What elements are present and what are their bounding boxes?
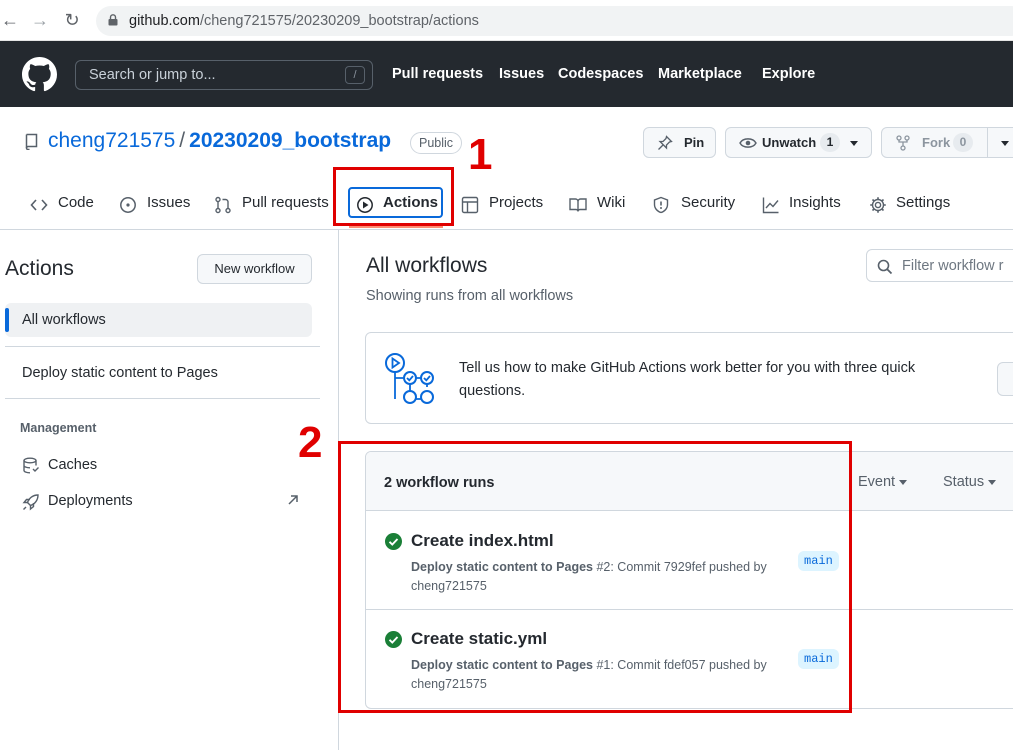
feedback-banner: Tell us how to make GitHub Actions work … <box>365 332 1013 424</box>
annotation-number-1: 1 <box>468 130 493 179</box>
event-filter-label: Event <box>858 474 896 490</box>
lock-icon <box>108 14 118 26</box>
tab-code[interactable]: Code <box>58 194 94 211</box>
arrow-up-right-icon <box>288 495 298 505</box>
nav-marketplace[interactable]: Marketplace <box>658 66 742 82</box>
book-icon <box>569 198 587 212</box>
table-icon <box>461 196 479 214</box>
annotation-box-1 <box>333 167 454 226</box>
tab-settings[interactable]: Settings <box>896 194 950 211</box>
unwatch-button[interactable]: Unwatch 1 <box>725 127 872 158</box>
repo-name-link[interactable]: 20230209_bootstrap <box>189 129 391 152</box>
sidebar-divider <box>5 346 320 347</box>
page-title: All workflows <box>366 254 488 277</box>
annotation-number-2: 2 <box>298 418 323 467</box>
status-filter-dropdown[interactable]: Status <box>943 474 997 490</box>
reload-icon[interactable]: ↻ <box>62 10 82 30</box>
github-header: Search or jump to... / Pull requests Iss… <box>0 41 1013 107</box>
search-icon <box>877 259 893 275</box>
nav-codespaces[interactable]: Codespaces <box>558 66 643 82</box>
sidebar-item-all-workflows-label: All workflows <box>22 312 106 328</box>
new-workflow-button[interactable]: New workflow <box>197 254 312 284</box>
annotation-box-2 <box>338 441 852 713</box>
sidebar-item-caches[interactable]: Caches <box>48 457 97 473</box>
tab-pull-requests[interactable]: Pull requests <box>242 194 329 211</box>
issue-icon <box>120 197 136 213</box>
fork-count: 0 <box>953 133 973 152</box>
search-shortcut-key: / <box>345 66 365 84</box>
github-logo-icon[interactable] <box>22 57 57 92</box>
forward-arrow-icon[interactable]: → <box>30 10 50 30</box>
eye-icon <box>739 138 757 148</box>
fork-label: Fork <box>922 135 951 150</box>
repo-owner-link[interactable]: cheng721575 <box>48 129 175 152</box>
fork-icon <box>896 135 910 151</box>
fork-button[interactable]: Fork 0 <box>881 127 1013 158</box>
tab-security[interactable]: Security <box>681 194 735 211</box>
repo-separator: / <box>179 129 186 152</box>
filter-workflow-runs-input[interactable]: Filter workflow r <box>866 249 1013 282</box>
back-arrow-icon[interactable]: ← <box>0 10 20 30</box>
watch-count: 1 <box>820 133 840 152</box>
repo-icon <box>25 133 38 150</box>
tab-projects[interactable]: Projects <box>489 194 543 211</box>
shield-icon <box>653 196 669 214</box>
pin-button[interactable]: Pin <box>643 127 716 158</box>
status-filter-label: Status <box>943 474 985 490</box>
global-search-input[interactable]: Search or jump to... / <box>75 60 373 90</box>
tabs-divider <box>0 229 1013 230</box>
management-heading: Management <box>20 421 97 435</box>
fork-divider <box>987 127 988 158</box>
actions-tab-underline <box>349 226 443 228</box>
nav-pull-requests[interactable]: Pull requests <box>392 66 483 82</box>
tab-issues[interactable]: Issues <box>147 194 190 211</box>
sidebar-item-deploy-static[interactable]: Deploy static content to Pages <box>22 365 218 381</box>
sidebar-active-indicator <box>5 308 9 332</box>
filter-placeholder: Filter workflow r <box>902 258 1004 274</box>
sidebar-title: Actions <box>5 257 74 280</box>
database-icon <box>23 457 39 474</box>
browser-toolbar: ← → ↻ github.com/cheng721575/20230209_bo… <box>0 0 1013 41</box>
pin-label: Pin <box>684 135 705 150</box>
event-filter-dropdown[interactable]: Event <box>858 474 908 490</box>
visibility-badge: Public <box>410 132 463 154</box>
nav-issues[interactable]: Issues <box>499 66 544 82</box>
actions-workflow-illustration-icon <box>385 353 434 404</box>
page-subtitle: Showing runs from all workflows <box>366 288 574 304</box>
graph-icon <box>762 197 779 214</box>
unwatch-label: Unwatch <box>762 135 817 150</box>
url-text: github.com/cheng721575/20230209_bootstra… <box>129 13 479 29</box>
feedback-button[interactable] <box>997 362 1013 396</box>
tab-wiki[interactable]: Wiki <box>597 194 625 211</box>
repo-title: cheng721575/20230209_bootstrap <box>48 129 391 153</box>
pull-request-icon <box>215 196 231 214</box>
sidebar-divider <box>5 398 320 399</box>
feedback-text: Tell us how to make GitHub Actions work … <box>459 360 916 399</box>
nav-explore[interactable]: Explore <box>762 66 815 82</box>
address-bar[interactable]: github.com/cheng721575/20230209_bootstra… <box>96 6 1013 36</box>
sidebar-item-deployments[interactable]: Deployments <box>48 493 133 509</box>
chevron-down-icon[interactable] <box>850 141 858 146</box>
chevron-down-icon <box>988 479 997 485</box>
rocket-icon <box>22 494 39 511</box>
fork-dropdown-chevron-icon[interactable] <box>1001 141 1009 146</box>
pin-icon <box>658 135 673 150</box>
search-placeholder: Search or jump to... <box>89 67 216 83</box>
gear-icon <box>870 197 886 213</box>
chevron-down-icon <box>899 479 908 485</box>
code-icon <box>30 199 48 211</box>
tab-insights[interactable]: Insights <box>789 194 841 211</box>
